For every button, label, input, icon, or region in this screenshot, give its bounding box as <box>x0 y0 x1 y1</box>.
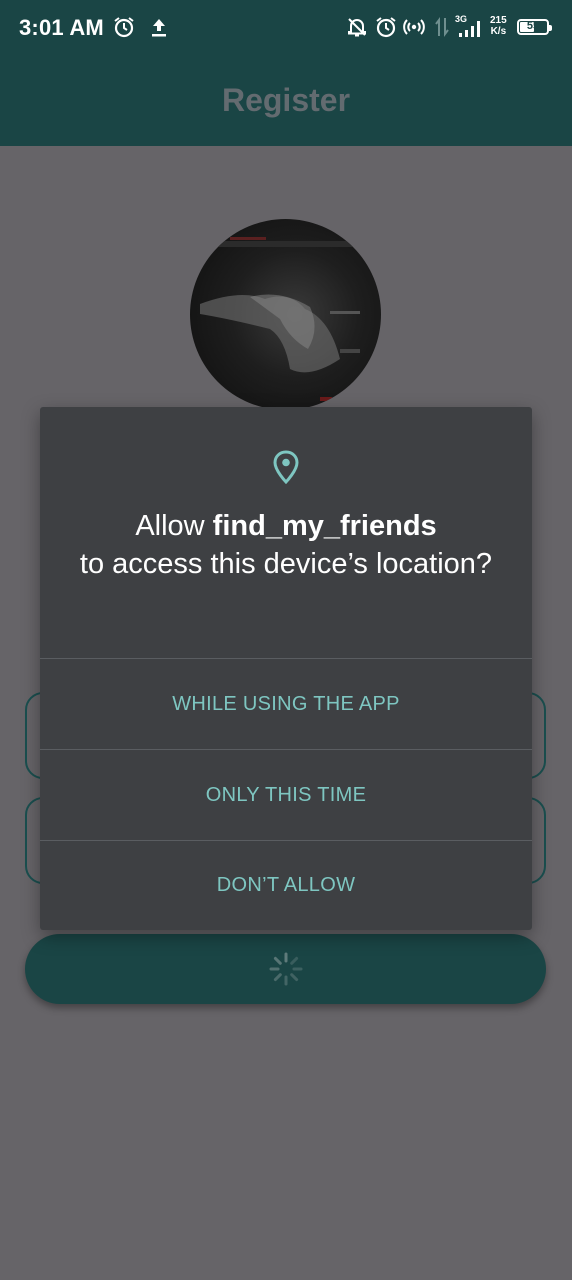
app-name: find_my_friends <box>212 510 437 542</box>
message-prefix: Allow <box>135 510 213 542</box>
network-speed: 215 K/s <box>490 15 507 37</box>
permission-dialog: Allow find_my_friendsto access this devi… <box>40 407 532 930</box>
speed-unit: K/s <box>490 26 507 37</box>
data-arrows-icon <box>435 17 449 37</box>
status-bar: 3:01 AM 3G 215 K/s 55 <box>0 0 572 58</box>
upload-icon <box>152 19 166 37</box>
only-this-time-button[interactable]: ONLY THIS TIME <box>40 750 532 840</box>
speed-value: 215 <box>490 15 507 26</box>
loading-spinner-icon <box>269 952 303 986</box>
permission-message: Allow find_my_friendsto access this devi… <box>60 507 512 583</box>
while-using-app-button[interactable]: WHILE USING THE APP <box>40 659 532 749</box>
signal-icon <box>459 21 480 37</box>
location-pin-icon <box>273 450 299 484</box>
notifications-off-icon <box>348 18 366 37</box>
alarm-icon <box>376 17 396 38</box>
status-time: 3:01 AM <box>19 15 104 40</box>
dont-allow-button[interactable]: DON’T ALLOW <box>40 840 532 930</box>
alarm-icon <box>114 17 134 38</box>
avatar-photo <box>190 237 381 401</box>
battery-icon: 55 <box>517 19 552 35</box>
message-suffix: to access this device’s location? <box>79 548 493 580</box>
battery-level: 55 <box>526 20 540 32</box>
page-title: Register <box>221 82 351 118</box>
hotspot-icon <box>403 19 425 35</box>
avatar[interactable] <box>190 219 381 410</box>
